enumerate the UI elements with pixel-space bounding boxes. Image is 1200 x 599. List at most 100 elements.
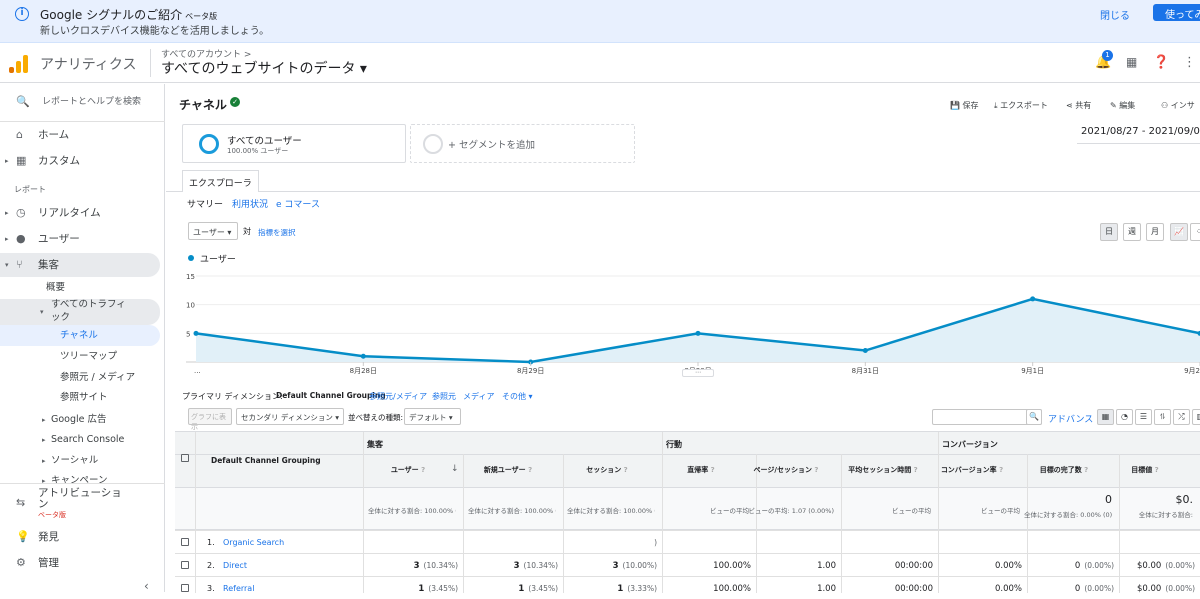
sort-arrow-icon[interactable]: ↓ xyxy=(451,464,459,474)
channel-link[interactable]: Direct xyxy=(223,561,247,570)
term-cloud-view-icon[interactable]: ⤮ xyxy=(1173,409,1190,425)
dimension-option-source[interactable]: 参照元 xyxy=(432,391,456,402)
sidebar-item-all-traffic[interactable]: ▾すべてのトラフィック xyxy=(0,295,160,323)
subtab-usage[interactable]: 利用状況 xyxy=(232,197,268,210)
select-all-checkbox[interactable] xyxy=(181,454,189,462)
add-segment[interactable]: + セグメントを追加 xyxy=(410,124,635,163)
section-label: レポート xyxy=(14,178,46,202)
help-icon[interactable]: ? xyxy=(708,466,715,474)
pie-view-icon[interactable]: ◔ xyxy=(1116,409,1133,425)
insights-button[interactable]: ⚇ インサ xyxy=(1161,100,1195,111)
sidebar-item-realtime[interactable]: ▸◷リアルタイム xyxy=(0,201,160,225)
motion-chart-icon[interactable]: ⁘ xyxy=(1190,223,1200,241)
tab-explorer[interactable]: エクスプローラ xyxy=(182,170,259,192)
save-button[interactable]: 💾 保存 xyxy=(950,100,979,111)
banner-use-button[interactable]: 使ってみ xyxy=(1153,4,1200,21)
help-icon[interactable]: ? xyxy=(911,466,918,474)
share-button[interactable]: ⋖ 共有 xyxy=(1066,100,1091,111)
export-button[interactable]: ⤓ エクスポート xyxy=(994,100,1048,111)
totals-cell: 0 xyxy=(1024,493,1112,506)
help-icon[interactable]: ❓ xyxy=(1153,55,1169,70)
chevron-down-icon: ▾ xyxy=(225,228,232,237)
sort-type-select[interactable]: デフォルト ▾ xyxy=(404,408,461,425)
insights-label: インサ xyxy=(1171,101,1195,110)
column-header[interactable]: ユーザー ? xyxy=(368,465,448,475)
performance-view-icon[interactable]: ☰ xyxy=(1135,409,1152,425)
dimension-option-medium[interactable]: メディア xyxy=(463,391,494,402)
row-checkbox[interactable] xyxy=(181,538,189,546)
y-tick-label: 10 xyxy=(186,302,195,310)
sidebar-item-home[interactable]: ⌂ホーム xyxy=(0,123,160,147)
expand-arrow-icon: ▸ xyxy=(5,201,9,225)
column-header[interactable]: 平均セッション時間 ? xyxy=(843,465,923,475)
help-icon[interactable]: ? xyxy=(997,466,1004,474)
sidebar-item-audience[interactable]: ▸●ユーザー xyxy=(0,227,160,251)
subtab-summary[interactable]: サマリー xyxy=(187,197,223,210)
metric-percent: (10.34%) xyxy=(524,561,558,570)
select-metric-link[interactable]: 指標を選択 xyxy=(258,227,296,238)
sidebar-item-custom[interactable]: ▸▦カスタム xyxy=(0,149,160,173)
sidebar-item-discover[interactable]: 💡発見 xyxy=(0,525,160,549)
expand-arrow-icon: ▾ xyxy=(5,253,9,277)
dashboard-icon: ▦ xyxy=(16,149,26,173)
help-icon[interactable]: ? xyxy=(526,466,533,474)
dimension-option-other[interactable]: その他 ▾ xyxy=(502,391,533,402)
plot-rows-button[interactable]: グラフに表示 xyxy=(188,408,232,425)
column-header[interactable]: ページ/セッション ? xyxy=(746,465,826,475)
period-month-button[interactable]: 月 xyxy=(1146,223,1164,241)
metric-value: $0.00 xyxy=(1137,561,1161,571)
edit-button[interactable]: ✎ 編集 xyxy=(1110,100,1135,111)
period-week-button[interactable]: 週 xyxy=(1123,223,1141,241)
help-icon[interactable]: ? xyxy=(1152,466,1159,474)
more-vert-icon[interactable]: ⋮ xyxy=(1183,55,1196,70)
metric-cell: 1.00 xyxy=(746,561,836,571)
column-header[interactable]: 直帰率 ? xyxy=(661,465,741,475)
subtab-ecommerce[interactable]: e コマース xyxy=(276,197,320,210)
metric-cell: 0(0.00%) xyxy=(1024,561,1114,571)
column-header[interactable]: 目標値 ? xyxy=(1105,465,1185,475)
apps-grid-icon[interactable]: ▦ xyxy=(1126,55,1137,69)
segment-all-users[interactable]: すべてのユーザー 100.00% ユーザー xyxy=(182,124,406,163)
pivot-view-icon[interactable]: ▥ xyxy=(1192,409,1200,425)
column-header[interactable]: 目標の完了数 ? xyxy=(1024,465,1104,475)
column-header[interactable]: コンバージョン率 ? xyxy=(932,465,1012,475)
totals-cell: 全体に対する割合: 100.00% (29) xyxy=(368,505,456,515)
help-icon[interactable]: ? xyxy=(812,466,819,474)
sidebar-item-label: リアルタイム xyxy=(38,201,101,225)
sidebar-item-acquisition[interactable]: ▾⑂集客 xyxy=(0,253,160,277)
table-view-icon[interactable]: ▦ xyxy=(1097,409,1114,425)
secondary-dimension-select[interactable]: セカンダリ ディメンション ▾ xyxy=(236,408,344,425)
sidebar-item-admin[interactable]: ⚙管理 xyxy=(0,551,160,575)
period-day-button[interactable]: 日 xyxy=(1100,223,1118,241)
comparison-view-icon[interactable]: ⥮ xyxy=(1154,409,1171,425)
chart-resize-handle[interactable]: ⋯ xyxy=(682,369,714,377)
divider xyxy=(0,121,165,122)
sidebar-item-campaigns[interactable]: ▸キャンペーン xyxy=(0,469,160,483)
dimension-header[interactable]: Default Channel Grouping xyxy=(211,456,321,465)
banner-close-button[interactable]: 閉じる xyxy=(1100,7,1130,22)
advanced-filter-link[interactable]: アドバンス xyxy=(1048,412,1093,425)
collapse-sidebar-icon[interactable]: ‹ xyxy=(144,579,149,593)
date-range-picker[interactable]: 2021/08/27 - 2021/09/02 xyxy=(1077,122,1200,144)
help-icon[interactable]: ? xyxy=(419,466,426,474)
sidebar-item-attribution[interactable]: ⇆アトリビューションベータ版 xyxy=(0,484,160,518)
column-header[interactable]: セッション ? xyxy=(567,465,647,475)
metric-cell: 0.00% xyxy=(932,584,1022,594)
totals-sub: 全体に対する割合: xyxy=(1105,509,1193,519)
channel-link[interactable]: Organic Search xyxy=(223,538,284,547)
column-header[interactable]: 新規ユーザー ? xyxy=(468,465,548,475)
property-selector[interactable]: すべてのウェブサイトのデータ ▾ xyxy=(161,58,367,78)
row-checkbox[interactable] xyxy=(181,584,189,592)
lightbulb-icon: 💡 xyxy=(16,525,30,549)
row-checkbox[interactable] xyxy=(181,561,189,569)
metric-select-value: ユーザー xyxy=(193,228,225,237)
sidebar-search[interactable]: 🔍レポートとヘルプを検索 xyxy=(0,90,160,114)
dimension-option-source-medium[interactable]: 参照元/メディア xyxy=(369,391,427,402)
sidebar-item-label: ユーザー xyxy=(38,227,80,251)
search-icon[interactable]: 🔍 xyxy=(1026,409,1042,425)
metric-select[interactable]: ユーザー ▾ xyxy=(188,222,238,240)
help-icon[interactable]: ? xyxy=(1082,466,1089,474)
help-icon[interactable]: ? xyxy=(621,466,628,474)
line-chart-icon[interactable]: 📈 xyxy=(1170,223,1188,241)
sidebar-item-referrals[interactable]: 参照サイト xyxy=(0,386,160,410)
